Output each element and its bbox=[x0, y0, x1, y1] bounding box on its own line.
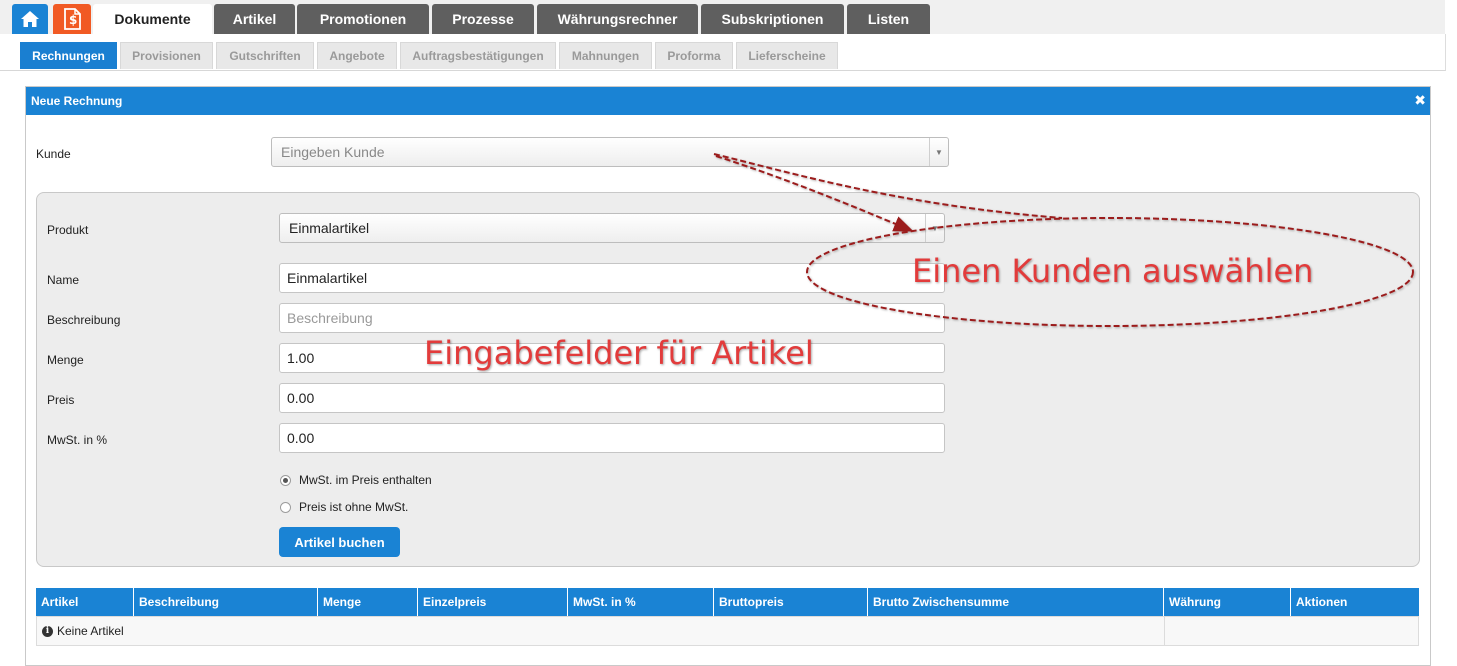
invoice-dollar-icon: $ bbox=[64, 8, 81, 30]
vat-included-option[interactable]: MwSt. im Preis enthalten bbox=[280, 473, 432, 487]
subtab-auftragsbestaetigungen[interactable]: Auftragsbestätigungen bbox=[400, 42, 556, 69]
price-label: Preis bbox=[47, 393, 75, 407]
subtab-proforma[interactable]: Proforma bbox=[655, 42, 733, 69]
row-divider bbox=[1164, 617, 1165, 645]
vat-input[interactable] bbox=[279, 423, 945, 453]
home-button[interactable] bbox=[12, 4, 48, 34]
tab-artikel[interactable]: Artikel bbox=[214, 4, 295, 34]
annotation-article-fields: Eingabefelder für Artikel bbox=[424, 334, 814, 372]
customer-select-placeholder: Eingeben Kunde bbox=[281, 144, 385, 160]
name-input[interactable] bbox=[279, 263, 945, 293]
tab-subskriptionen[interactable]: Subskriptionen bbox=[701, 4, 844, 34]
tab-prozesse[interactable]: Prozesse bbox=[432, 4, 534, 34]
tab-promotionen[interactable]: Promotionen bbox=[297, 4, 429, 34]
subtab-angebote[interactable]: Angebote bbox=[317, 42, 397, 69]
price-input[interactable] bbox=[279, 383, 945, 413]
subtab-mahnungen[interactable]: Mahnungen bbox=[559, 42, 652, 69]
column-header[interactable]: Einzelpreis bbox=[418, 588, 568, 616]
sub-navigation: Rechnungen Provisionen Gutschriften Ange… bbox=[0, 34, 1446, 71]
panel-header: Neue Rechnung ✖ bbox=[26, 87, 1430, 115]
column-header[interactable]: Währung bbox=[1164, 588, 1291, 616]
product-form bbox=[36, 192, 1420, 567]
column-header[interactable]: Menge bbox=[318, 588, 418, 616]
customer-label: Kunde bbox=[36, 147, 71, 161]
chevron-down-icon: ▼ bbox=[925, 214, 944, 242]
column-header[interactable]: MwSt. in % bbox=[568, 588, 714, 616]
top-navigation: $ Dokumente Artikel Promotionen Prozesse… bbox=[0, 0, 1457, 35]
column-header[interactable]: Aktionen bbox=[1291, 588, 1419, 616]
name-label: Name bbox=[47, 273, 80, 287]
info-icon: i bbox=[42, 625, 53, 637]
description-input[interactable] bbox=[279, 303, 945, 333]
close-icon[interactable]: ✖ bbox=[1414, 93, 1426, 107]
tab-waehrungsrechner[interactable]: Währungsrechner bbox=[537, 4, 698, 34]
product-select-value: Einmalartikel bbox=[289, 220, 370, 236]
tab-dokumente[interactable]: Dokumente bbox=[93, 4, 212, 34]
quantity-label: Menge bbox=[47, 353, 84, 367]
product-select[interactable]: Einmalartikel ▼ bbox=[279, 213, 945, 243]
invoice-button[interactable]: $ bbox=[53, 4, 91, 34]
column-header[interactable]: Bruttopreis bbox=[714, 588, 868, 616]
annotation-select-customer: Einen Kunden auswählen bbox=[912, 252, 1314, 290]
column-header[interactable]: Artikel bbox=[36, 588, 134, 616]
articles-table-header: Artikel Beschreibung Menge Einzelpreis M… bbox=[36, 588, 1419, 616]
radio-checked[interactable] bbox=[280, 474, 291, 486]
chevron-down-icon: ▼ bbox=[929, 138, 948, 166]
vat-excluded-option[interactable]: Preis ist ohne MwSt. bbox=[280, 500, 408, 514]
subtab-lieferscheine[interactable]: Lieferscheine bbox=[736, 42, 838, 69]
subtab-rechnungen[interactable]: Rechnungen bbox=[20, 42, 117, 69]
product-label: Produkt bbox=[47, 223, 89, 237]
vat-excluded-label: Preis ist ohne MwSt. bbox=[299, 500, 409, 514]
radio-unchecked[interactable] bbox=[280, 501, 291, 513]
empty-row-cell: i Keine Artikel bbox=[37, 617, 124, 645]
column-header[interactable]: Beschreibung bbox=[134, 588, 318, 616]
customer-select[interactable]: Eingeben Kunde ▼ bbox=[271, 137, 949, 167]
table-row: i Keine Artikel bbox=[36, 616, 1419, 646]
empty-text: Keine Artikel bbox=[57, 624, 124, 638]
tab-listen[interactable]: Listen bbox=[847, 4, 930, 34]
home-icon bbox=[21, 11, 39, 27]
svg-text:$: $ bbox=[69, 13, 77, 27]
column-header[interactable]: Brutto Zwischensumme bbox=[868, 588, 1164, 616]
subtab-provisionen[interactable]: Provisionen bbox=[120, 42, 213, 69]
panel-title: Neue Rechnung bbox=[31, 94, 123, 108]
subtab-gutschriften[interactable]: Gutschriften bbox=[216, 42, 314, 69]
add-article-button[interactable]: Artikel buchen bbox=[279, 527, 400, 557]
vat-included-label: MwSt. im Preis enthalten bbox=[299, 473, 432, 487]
description-label: Beschreibung bbox=[47, 313, 121, 327]
vat-label: MwSt. in % bbox=[47, 433, 108, 447]
